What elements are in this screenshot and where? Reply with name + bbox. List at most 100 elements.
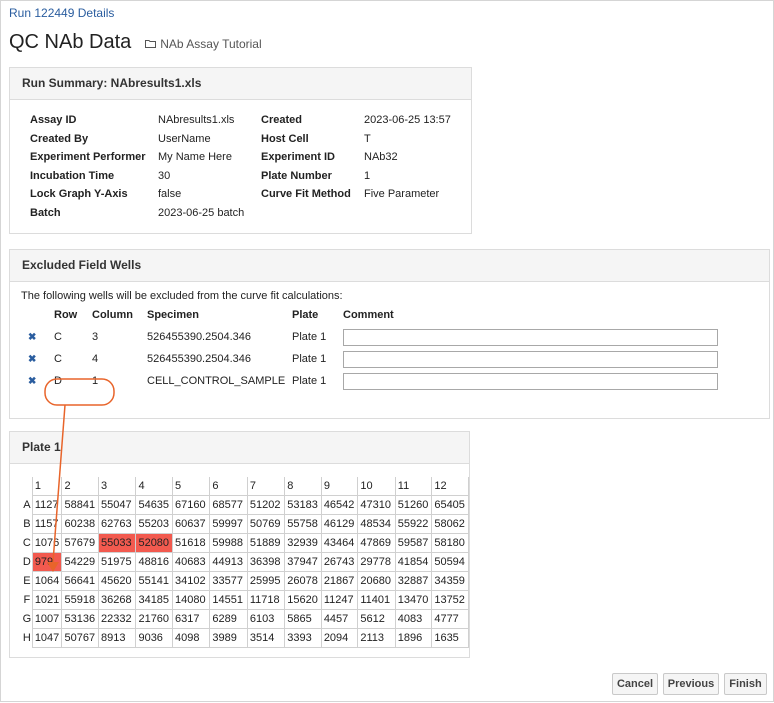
plate-well[interactable]: 53183 [284, 495, 322, 515]
plate-well[interactable]: 59988 [209, 533, 248, 553]
plate-well[interactable]: 13470 [394, 590, 433, 610]
plate-well[interactable]: 40683 [171, 552, 211, 572]
plate-well[interactable]: 59587 [394, 533, 433, 553]
plate-well[interactable]: 68577 [209, 495, 248, 515]
plate-well[interactable]: 6289 [209, 609, 248, 629]
plate-well[interactable]: 14080 [171, 590, 211, 610]
plate-well[interactable]: 50594 [431, 552, 469, 572]
folder-link[interactable]: NAb Assay Tutorial [145, 37, 262, 51]
plate-well[interactable]: 25995 [246, 571, 286, 591]
plate-well[interactable]: 21867 [320, 571, 359, 591]
plate-well[interactable]: 36398 [246, 552, 286, 572]
plate-well[interactable]: 6103 [246, 609, 286, 629]
plate-well[interactable]: 15620 [284, 590, 322, 610]
plate-well[interactable]: 34102 [171, 571, 211, 591]
plate-well[interactable]: 59997 [209, 514, 248, 534]
plate-well[interactable]: 8913 [98, 628, 137, 648]
plate-well[interactable]: 51260 [394, 495, 433, 515]
plate-well[interactable]: 54635 [135, 495, 173, 515]
plate-well[interactable]: 34185 [135, 590, 173, 610]
plate-well[interactable]: 3989 [209, 628, 248, 648]
plate-well[interactable]: 55141 [135, 571, 173, 591]
plate-well[interactable]: 22332 [98, 609, 137, 629]
plate-well[interactable]: 54229 [61, 552, 100, 572]
plate-well[interactable]: 53136 [61, 609, 100, 629]
plate-well[interactable]: 46542 [320, 495, 359, 515]
plate-well[interactable]: 3393 [284, 628, 322, 648]
plate-well[interactable]: 1007 [31, 609, 63, 629]
plate-well[interactable]: 4777 [431, 609, 469, 629]
plate-well[interactable]: 9036 [135, 628, 173, 648]
plate-well[interactable]: 5612 [357, 609, 396, 629]
plate-well[interactable]: 6317 [171, 609, 211, 629]
plate-well[interactable]: 26078 [284, 571, 322, 591]
plate-well[interactable]: 55203 [135, 514, 173, 534]
plate-well[interactable]: 1896 [394, 628, 433, 648]
remove-exclusion-icon[interactable]: ✖ [20, 354, 36, 365]
plate-well[interactable]: 4083 [394, 609, 433, 629]
plate-well[interactable]: 1064 [31, 571, 63, 591]
plate-well-excluded[interactable]: 52080 [135, 533, 173, 553]
plate-well[interactable]: 2094 [320, 628, 359, 648]
plate-well[interactable]: 48816 [135, 552, 173, 572]
plate-well[interactable]: 60238 [61, 514, 100, 534]
plate-well[interactable]: 47869 [357, 533, 396, 553]
remove-exclusion-icon[interactable]: ✖ [20, 376, 36, 387]
plate-well[interactable]: 60637 [171, 514, 211, 534]
plate-well[interactable]: 41854 [394, 552, 433, 572]
plate-well[interactable]: 1635 [431, 628, 469, 648]
plate-well-excluded[interactable]: 979 [31, 552, 63, 572]
plate-well[interactable]: 4457 [320, 609, 359, 629]
plate-well[interactable]: 34359 [431, 571, 469, 591]
plate-well[interactable]: 37947 [284, 552, 322, 572]
plate-well[interactable]: 21760 [135, 609, 173, 629]
plate-well[interactable]: 2113 [357, 628, 396, 648]
plate-well[interactable]: 11401 [357, 590, 396, 610]
plate-well[interactable]: 14551 [209, 590, 248, 610]
plate-well[interactable]: 1047 [31, 628, 63, 648]
plate-well[interactable]: 1127 [31, 495, 63, 515]
cancel-button[interactable]: Cancel [612, 673, 658, 695]
plate-well[interactable]: 44913 [209, 552, 248, 572]
plate-well[interactable]: 48534 [357, 514, 396, 534]
plate-well[interactable]: 67160 [171, 495, 211, 515]
plate-well[interactable]: 5865 [284, 609, 322, 629]
plate-well[interactable]: 36268 [98, 590, 137, 610]
plate-well[interactable]: 11718 [246, 590, 286, 610]
breadcrumb[interactable]: Run 122449 Details [9, 6, 114, 20]
plate-well[interactable]: 4098 [171, 628, 211, 648]
plate-well[interactable]: 51889 [246, 533, 286, 553]
plate-well[interactable]: 26743 [320, 552, 359, 572]
plate-well[interactable]: 46129 [320, 514, 359, 534]
comment-input[interactable] [343, 350, 718, 368]
plate-well[interactable]: 20680 [357, 571, 396, 591]
plate-well[interactable]: 32887 [394, 571, 433, 591]
plate-well[interactable]: 51202 [246, 495, 286, 515]
plate-well[interactable]: 55918 [61, 590, 100, 610]
plate-well[interactable]: 43464 [320, 533, 359, 553]
plate-well[interactable]: 1076 [31, 533, 63, 553]
plate-well[interactable]: 56641 [61, 571, 100, 591]
previous-button[interactable]: Previous [663, 673, 719, 695]
finish-button[interactable]: Finish [724, 673, 767, 695]
plate-well[interactable]: 51975 [98, 552, 137, 572]
plate-well[interactable]: 29778 [357, 552, 396, 572]
plate-well[interactable]: 32939 [284, 533, 322, 553]
plate-well[interactable]: 50769 [246, 514, 286, 534]
plate-well[interactable]: 57679 [61, 533, 100, 553]
plate-well[interactable]: 13752 [431, 590, 469, 610]
comment-input[interactable] [343, 328, 718, 346]
plate-well[interactable]: 65405 [431, 495, 469, 515]
plate-well-excluded[interactable]: 55033 [98, 533, 137, 553]
plate-well[interactable]: 3514 [246, 628, 286, 648]
remove-exclusion-icon[interactable]: ✖ [20, 332, 36, 343]
comment-input[interactable] [343, 372, 718, 390]
plate-well[interactable]: 45620 [98, 571, 137, 591]
plate-well[interactable]: 62763 [98, 514, 137, 534]
plate-well[interactable]: 58062 [431, 514, 469, 534]
plate-well[interactable]: 55758 [284, 514, 322, 534]
plate-well[interactable]: 50767 [61, 628, 100, 648]
plate-well[interactable]: 33577 [209, 571, 248, 591]
plate-well[interactable]: 1157 [31, 514, 63, 534]
plate-well[interactable]: 55047 [98, 495, 137, 515]
